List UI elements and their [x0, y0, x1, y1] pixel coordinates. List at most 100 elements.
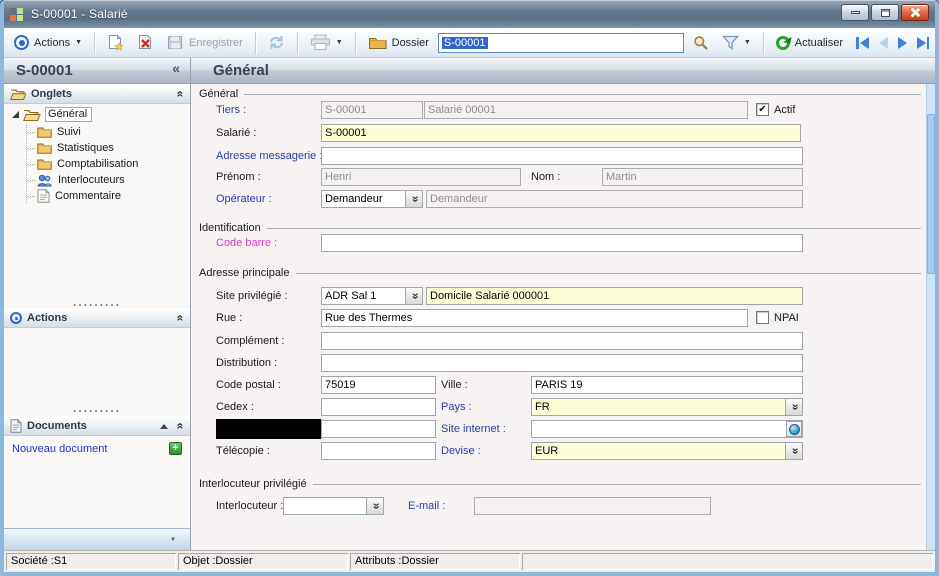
site-internet-go-button[interactable]	[786, 421, 802, 437]
onglets-panel-header[interactable]: Onglets «	[4, 84, 190, 104]
close-icon	[910, 7, 921, 18]
cedex-field[interactable]	[321, 398, 436, 416]
adresse-messagerie-field[interactable]	[321, 147, 803, 165]
refresh-button[interactable]	[264, 33, 289, 52]
devise-label: Devise :	[441, 445, 481, 457]
search-button[interactable]	[689, 33, 713, 53]
telecopie-field[interactable]	[321, 442, 436, 460]
actif-checkbox[interactable]: ✔	[756, 103, 769, 116]
operateur-combo[interactable]: Demandeur «	[321, 190, 423, 208]
last-record-button[interactable]	[916, 36, 930, 49]
operateur-combo-button[interactable]: «	[405, 191, 422, 207]
dossier-button[interactable]: Dossier	[364, 33, 433, 52]
status-attributs: Attributs :Dossier	[350, 553, 520, 570]
save-button[interactable]: Enregistrer	[163, 33, 247, 53]
documents-panel-title: Documents	[27, 420, 87, 432]
tree-item-interlocuteurs[interactable]: Interlocuteurs	[27, 172, 190, 188]
search-icon	[693, 35, 709, 51]
panel-splitter[interactable]: .........	[4, 296, 190, 308]
rue-field[interactable]	[321, 309, 748, 327]
rue-label: Rue :	[216, 312, 243, 324]
folder-icon	[368, 35, 387, 50]
actions-collapse-icon[interactable]: «	[174, 315, 188, 322]
filter-button[interactable]: ▼	[718, 33, 755, 52]
next-record-button[interactable]	[897, 36, 907, 49]
pays-combo-value: FR	[535, 401, 550, 413]
site-privilegie-desc-field[interactable]	[426, 287, 803, 305]
toolbar-separator	[354, 31, 356, 54]
sidebar-header: S-00001 «	[4, 58, 190, 84]
site-privilegie-combo[interactable]: ADR Sal 1 «	[321, 287, 423, 305]
sidebar-collapse-icon[interactable]: «	[172, 60, 180, 76]
devise-combo[interactable]: EUR «	[531, 442, 803, 460]
section-adresse-legend: Adresse principale	[199, 267, 921, 279]
delete-record-button[interactable]	[133, 32, 158, 53]
ville-field[interactable]	[531, 376, 803, 394]
sidebar-bottom-bar[interactable]: ▼	[4, 528, 190, 550]
documents-panel-header[interactable]: Documents «	[4, 416, 190, 436]
tree-item-comptabilisation-label: Comptabilisation	[57, 158, 139, 170]
chevron-down-icon: «	[407, 292, 421, 300]
tree-expander-icon[interactable]	[12, 111, 19, 118]
scrollbar-thumb[interactable]	[927, 114, 935, 274]
npai-label: NPAI	[774, 312, 799, 324]
nom-field[interactable]	[602, 168, 803, 186]
prenom-field[interactable]	[321, 168, 521, 186]
pays-combo[interactable]: FR «	[531, 398, 803, 416]
search-input-value: S-00001	[441, 36, 488, 49]
documents-scroll-up-icon[interactable]	[160, 423, 169, 429]
section-interlocuteur-legend: Interlocuteur privilégié	[199, 478, 921, 490]
site-internet-field[interactable]	[531, 420, 803, 438]
vertical-scrollbar[interactable]	[926, 84, 935, 550]
actions-menu-button[interactable]: Actions ▼	[10, 33, 86, 52]
interlocuteur-combo-button[interactable]: «	[366, 498, 383, 514]
note-icon	[37, 189, 50, 203]
complement-field[interactable]	[321, 332, 803, 350]
chevron-down-icon: «	[787, 403, 801, 411]
site-privilegie-combo-button[interactable]: «	[405, 288, 422, 304]
telephone-field[interactable]	[321, 420, 436, 438]
filter-caret-icon: ▼	[743, 39, 751, 46]
tree-item-statistiques[interactable]: Statistiques	[27, 140, 190, 156]
folder-icon	[37, 158, 52, 170]
actif-label: Actif	[774, 104, 796, 116]
code-postal-field[interactable]	[321, 376, 436, 394]
tiers-code-field[interactable]	[321, 101, 423, 119]
minimize-button[interactable]	[841, 4, 869, 21]
search-input[interactable]: S-00001	[437, 32, 684, 53]
pays-combo-button[interactable]: «	[785, 399, 802, 415]
chevron-down-icon: «	[407, 195, 421, 203]
print-button[interactable]: ▼	[306, 32, 347, 53]
tree-item-general-label[interactable]: Général	[45, 107, 93, 122]
devise-combo-button[interactable]: «	[785, 443, 802, 459]
previous-record-button[interactable]	[878, 36, 888, 49]
salarie-field[interactable]	[321, 124, 801, 142]
operateur-label: Opérateur :	[216, 193, 272, 205]
pays-label: Pays :	[441, 401, 472, 413]
actions-panel-header[interactable]: Actions «	[4, 308, 190, 328]
close-button[interactable]	[901, 4, 929, 21]
email-field[interactable]	[474, 497, 711, 515]
tree-item-general[interactable]: Général	[4, 104, 190, 124]
panel-splitter[interactable]: .........	[4, 402, 190, 414]
new-record-button[interactable]	[103, 32, 128, 53]
folder-icon	[37, 142, 52, 154]
tree-item-commentaire[interactable]: Commentaire	[27, 188, 190, 204]
title-bar[interactable]: S-00001 - Salarié	[4, 0, 935, 28]
tiers-name-field[interactable]	[424, 101, 748, 119]
documents-collapse-icon[interactable]: «	[174, 423, 188, 430]
code-barre-field[interactable]	[321, 234, 803, 252]
nouveau-document-link[interactable]: Nouveau document	[12, 443, 107, 455]
distribution-field[interactable]	[321, 354, 803, 372]
sidebar-bottom-caret-icon: ▼	[170, 536, 176, 543]
maximize-button[interactable]	[871, 4, 899, 21]
operateur-desc-field[interactable]	[426, 190, 803, 208]
tree-item-comptabilisation[interactable]: Comptabilisation	[27, 156, 190, 172]
interlocuteur-combo[interactable]: «	[283, 497, 384, 515]
first-record-button[interactable]	[856, 36, 869, 49]
add-document-button[interactable]	[169, 442, 182, 455]
actualiser-button[interactable]: Actualiser	[772, 34, 847, 52]
tree-item-suivi[interactable]: Suivi	[27, 124, 190, 140]
npai-checkbox[interactable]	[756, 311, 769, 324]
onglets-collapse-icon[interactable]: «	[174, 91, 188, 98]
